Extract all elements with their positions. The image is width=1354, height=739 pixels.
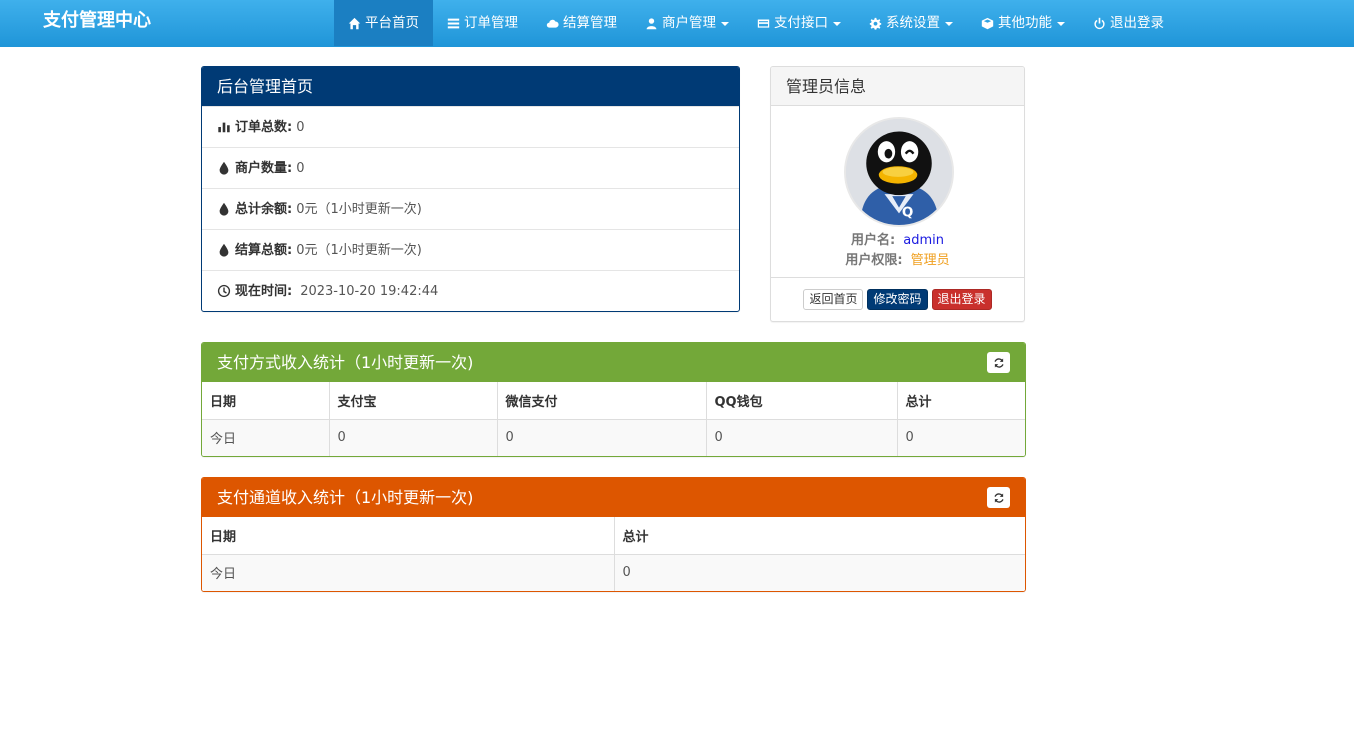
- row-value: 2023-10-20 19:42:44: [300, 283, 439, 299]
- list-item-settlement-total: 结算总额: 0元（1小时更新一次): [202, 229, 739, 270]
- nav-item-orders[interactable]: 订单管理: [433, 0, 532, 46]
- column-header: 支付宝: [329, 382, 498, 420]
- panel-title: 后台管理首页: [202, 67, 739, 106]
- row-label: 现在时间:: [235, 283, 293, 299]
- bar-chart-icon: [218, 122, 230, 133]
- nav-item-label: 系统设置: [886, 15, 940, 31]
- avatar: Q: [844, 117, 954, 227]
- cloud-icon: [546, 19, 559, 28]
- refresh-icon: [993, 492, 1004, 503]
- cube-icon: [981, 17, 994, 29]
- role-label: 用户权限:: [845, 253, 903, 268]
- table-header-row: 日期 支付宝 微信支付 QQ钱包 总计: [202, 382, 1025, 420]
- row-value: 0元（1小时更新一次): [296, 201, 422, 217]
- row-label: 总计余额:: [235, 201, 293, 217]
- svg-text:Q: Q: [902, 204, 913, 220]
- row-label: 结算总额:: [235, 242, 293, 258]
- panel-header: 支付方式收入统计（1小时更新一次): [202, 343, 1025, 382]
- list-item-total-balance: 总计余额: 0元（1小时更新一次): [202, 188, 739, 229]
- nav-item-settlement[interactable]: 结算管理: [532, 0, 631, 46]
- list-item-merchant-count: 商户数量: 0: [202, 147, 739, 188]
- nav-item-label: 订单管理: [464, 15, 518, 31]
- nav-item-home[interactable]: 平台首页: [334, 0, 433, 46]
- username-row: 用户名: admin: [771, 229, 1024, 248]
- role-row: 用户权限: 管理员: [771, 249, 1024, 268]
- column-header: 日期: [202, 382, 330, 420]
- panel-header: 支付通道收入统计（1小时更新一次): [202, 478, 1025, 517]
- nav-item-merchants[interactable]: 商户管理: [631, 0, 743, 46]
- table-cell: 今日: [202, 419, 330, 456]
- table-cell: 0: [497, 419, 707, 456]
- list-item-current-time: 现在时间: 2023-10-20 19:42:44: [202, 270, 739, 311]
- clock-icon: [217, 284, 231, 298]
- refresh-button[interactable]: [987, 487, 1010, 508]
- table-row: 今日 0: [202, 554, 1025, 591]
- nav-item-system-settings[interactable]: 系统设置: [855, 0, 967, 46]
- table-cell: 今日: [202, 554, 615, 591]
- nav-item-logout[interactable]: 退出登录: [1079, 0, 1178, 46]
- nav-item-label: 支付接口: [774, 15, 828, 31]
- caret-down-icon: [1057, 22, 1065, 26]
- main-nav: 平台首页 订单管理 结算管理 商户管理 支付接口 系统设置 其他功能 退出登录: [334, 0, 1178, 46]
- refresh-icon: [993, 357, 1004, 368]
- table-cell: 0: [706, 419, 898, 456]
- credit-card-icon: [757, 18, 770, 28]
- admin-home-panel: 后台管理首页 订单总数: 0 商户数量: 0 总计余额: 0元（1小时更新一次)…: [201, 66, 740, 312]
- payment-channel-table: 日期 总计 今日 0: [202, 517, 1025, 591]
- nav-item-other-functions[interactable]: 其他功能: [967, 0, 1079, 46]
- table-cell: 0: [329, 419, 498, 456]
- user-icon: [646, 17, 657, 29]
- table-row: 今日 0 0 0 0: [202, 419, 1025, 456]
- list-icon: [447, 18, 460, 28]
- logout-button[interactable]: 退出登录: [931, 289, 992, 310]
- column-header: QQ钱包: [706, 382, 898, 420]
- caret-down-icon: [721, 22, 729, 26]
- payment-channel-stats-panel: 支付通道收入统计（1小时更新一次) 日期 总计 今日 0: [201, 477, 1026, 592]
- column-header: 总计: [614, 517, 1025, 555]
- home-icon: [348, 17, 361, 29]
- nav-item-payment-api[interactable]: 支付接口: [743, 0, 855, 46]
- caret-down-icon: [833, 22, 841, 26]
- username-label: 用户名:: [850, 233, 896, 248]
- nav-item-label: 平台首页: [365, 15, 419, 31]
- penguin-avatar-icon: Q: [846, 119, 952, 225]
- nav-item-label: 商户管理: [662, 15, 716, 31]
- panel-title: 支付通道收入统计（1小时更新一次): [217, 488, 474, 507]
- brand-title[interactable]: 支付管理中心: [43, 0, 151, 42]
- change-password-button[interactable]: 修改密码: [867, 289, 928, 310]
- admin-info-panel: 管理员信息 Q 用户名: admin 用户权限: 管理员 返回首页 修改密码 退…: [770, 66, 1025, 322]
- row-value: 0: [296, 160, 305, 176]
- payment-method-stats-panel: 支付方式收入统计（1小时更新一次) 日期 支付宝 微信支付 QQ钱包 总计 今日…: [201, 342, 1026, 457]
- column-header: 总计: [897, 382, 1025, 420]
- panel-title: 支付方式收入统计（1小时更新一次): [217, 353, 474, 372]
- column-header: 微信支付: [497, 382, 707, 420]
- role-value: 管理员: [910, 253, 950, 268]
- column-header: 日期: [202, 517, 615, 555]
- back-home-button[interactable]: 返回首页: [803, 289, 864, 310]
- row-label: 订单总数:: [235, 119, 293, 135]
- table-header-row: 日期 总计: [202, 517, 1025, 555]
- nav-item-label: 其他功能: [998, 15, 1052, 31]
- power-icon: [1094, 17, 1105, 29]
- gear-icon: [869, 17, 882, 30]
- caret-down-icon: [945, 22, 953, 26]
- row-value: 0: [296, 119, 305, 135]
- refresh-button[interactable]: [987, 352, 1010, 373]
- payment-method-table: 日期 支付宝 微信支付 QQ钱包 总计 今日 0 0 0 0: [202, 382, 1025, 456]
- nav-item-label: 结算管理: [563, 15, 617, 31]
- username-value: admin: [903, 233, 945, 248]
- drop-icon: [219, 243, 229, 257]
- table-cell: 0: [614, 554, 1025, 591]
- row-label: 商户数量:: [235, 160, 293, 176]
- drop-icon: [219, 161, 229, 175]
- panel-title: 管理员信息: [771, 67, 1024, 106]
- row-value: 0元（1小时更新一次): [296, 242, 422, 258]
- list-item-order-total: 订单总数: 0: [202, 106, 739, 147]
- table-cell: 0: [897, 419, 1025, 456]
- nav-item-label: 退出登录: [1110, 15, 1164, 31]
- user-panel-footer: 返回首页 修改密码 退出登录: [771, 277, 1024, 321]
- top-navbar: 支付管理中心 平台首页 订单管理 结算管理 商户管理 支付接口 系统设置 其他功…: [0, 0, 1354, 47]
- drop-icon: [219, 202, 229, 216]
